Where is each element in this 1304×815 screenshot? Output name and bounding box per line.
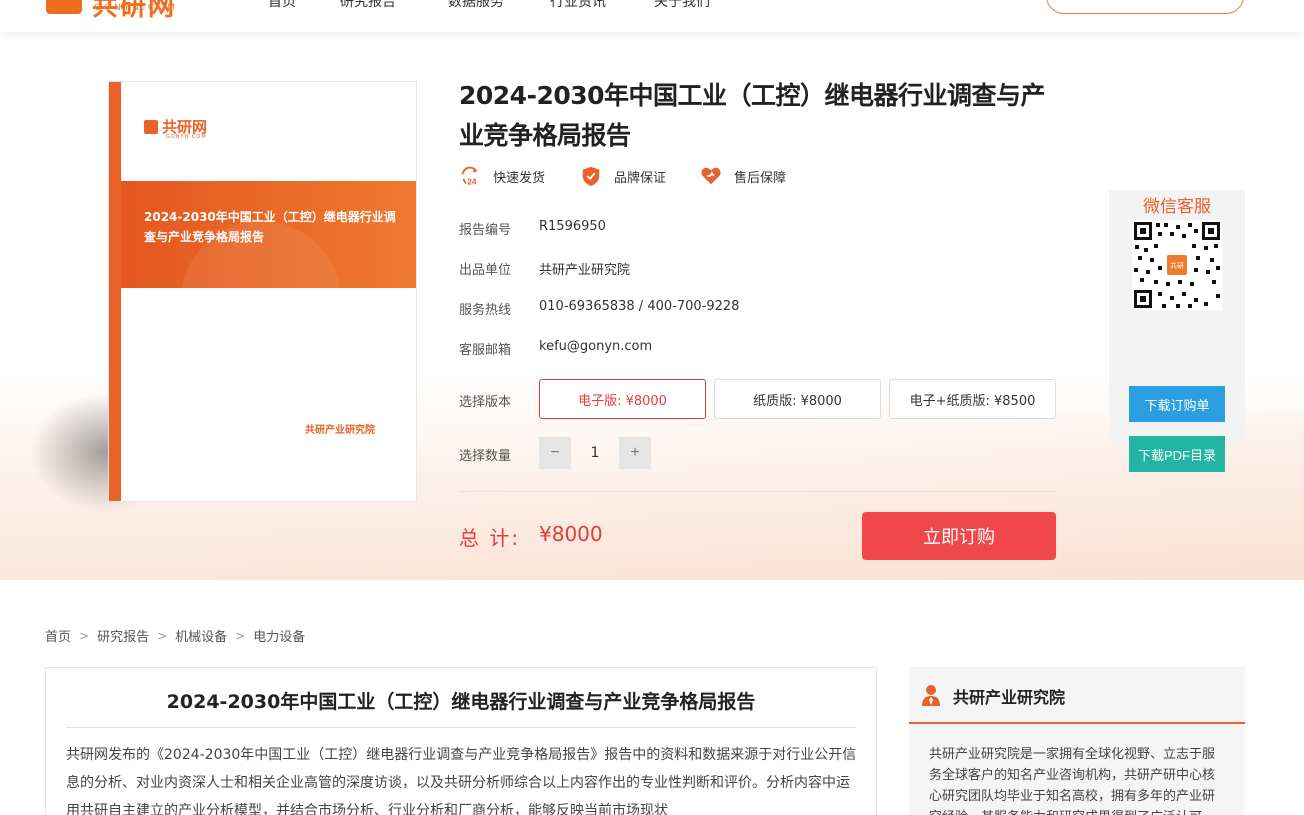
wechat-panel: 微信客服 共研 下载订购单 下载PDF目录 <box>1109 190 1245 472</box>
download-pdf-catalog-button[interactable]: 下载PDF目录 <box>1129 436 1225 472</box>
report-id-value: R1596950 <box>539 219 606 234</box>
heart-icon <box>701 167 721 185</box>
shield-icon <box>582 166 600 187</box>
guarantee-brand: 品牌保证 <box>580 164 666 188</box>
nav-item-data[interactable]: 数据服务 <box>448 0 504 11</box>
version-option-electronic[interactable]: 电子版: ¥8000 <box>539 379 706 419</box>
version-option-paper[interactable]: 纸质版: ¥8000 <box>714 379 881 419</box>
sidebar-header: 共研产业研究院 <box>909 667 1245 724</box>
product-hero: 共研网 GONYN.COM 2024-2030年中国工业（工控）继电器行业调查与… <box>0 32 1304 580</box>
version-label: 选择版本 <box>459 395 512 410</box>
nav-item-news[interactable]: 行业资讯 <box>550 0 606 11</box>
fast-delivery-icon: 24 <box>461 166 478 186</box>
divider <box>66 727 856 728</box>
wechat-title: 微信客服 <box>1143 197 1211 217</box>
search-input[interactable] <box>1046 0 1244 14</box>
version-option-both[interactable]: 电子+纸质版: ¥8500 <box>889 379 1056 419</box>
cover-logo-icon <box>144 120 158 134</box>
description-paragraph: 共研网发布的《2024-2030年中国工业（工控）继电器行业调查与产业竞争格局报… <box>66 747 857 815</box>
sidebar-paragraph: 共研产业研究院是一家拥有全球化视野、立志于服务全球客户的知名产业咨询机构，共研产… <box>929 747 1216 815</box>
hotline-value: 010-69365838 / 400-700-9228 <box>539 299 740 314</box>
quantity-label: 选择数量 <box>459 449 512 464</box>
divider <box>459 491 1056 492</box>
breadcrumb-item-reports[interactable]: 研究报告 <box>97 626 149 645</box>
nav-item-reports[interactable]: 研究报告 <box>340 0 396 11</box>
cover-publisher: 共研产业研究院 <box>305 425 375 436</box>
svg-text:24: 24 <box>467 177 477 186</box>
breadcrumb: 首页 > 研究报告 > 机械设备 > 电力设备 <box>45 626 305 646</box>
institute-sidebar: 共研产业研究院 共研产业研究院是一家拥有全球化视野、立志于服务全球客户的知名产业… <box>909 667 1245 815</box>
cover-title: 2024-2030年中国工业（工控）继电器行业调查与产业竞争格局报告 <box>144 210 396 244</box>
email-label: 客服邮箱 <box>459 343 512 358</box>
site-header: 共研网 GONYN.COM 首页 研究报告 数据服务 行业资讯 关于我们 <box>0 0 1304 32</box>
description-title: 2024-2030年中国工业（工控）继电器行业调查与产业竞争格局报告 <box>166 691 756 713</box>
guarantee-fast-delivery: 24 快速发货 <box>459 164 545 188</box>
cover-title-band: 2024-2030年中国工业（工控）继电器行业调查与产业竞争格局报告 <box>121 181 416 288</box>
wechat-qr-code: 共研 <box>1132 220 1222 310</box>
chevron-right-icon: > <box>157 628 168 643</box>
qr-center-text: 共研 <box>1170 261 1184 270</box>
breadcrumb-item-home[interactable]: 首页 <box>45 626 71 645</box>
breadcrumb-item-power[interactable]: 电力设备 <box>253 626 305 645</box>
cover-spine <box>109 82 121 501</box>
logo-subtext: GONYN.COM <box>94 3 179 13</box>
cover-logo-sub: GONYN.COM <box>166 134 207 140</box>
hotline-label: 服务热线 <box>459 303 512 318</box>
total-price: ¥8000 <box>539 522 603 546</box>
order-now-button[interactable]: 立即订购 <box>862 512 1056 560</box>
quantity-value[interactable]: 1 <box>579 437 611 469</box>
logo-icon[interactable] <box>46 0 82 14</box>
user-icon <box>922 685 940 706</box>
nav-item-home[interactable]: 首页 <box>268 0 296 11</box>
breadcrumb-item-machinery[interactable]: 机械设备 <box>175 626 227 645</box>
report-description: 2024-2030年中国工业（工控）继电器行业调查与产业竞争格局报告 共研网发布… <box>45 667 877 815</box>
email-value[interactable]: kefu@gonyn.com <box>539 339 652 354</box>
report-title: 2024-2030年中国工业（工控）继电器行业调查与产业竞争格局报告 <box>459 81 1046 150</box>
publisher-label: 出品单位 <box>459 263 512 278</box>
guarantee-label: 品牌保证 <box>614 170 667 186</box>
guarantee-label: 快速发货 <box>493 170 546 186</box>
guarantee-after-sales: 售后保障 <box>700 164 786 188</box>
report-cover: 共研网 GONYN.COM 2024-2030年中国工业（工控）继电器行业调查与… <box>108 81 417 502</box>
quantity-increase-button[interactable]: + <box>619 437 651 469</box>
download-order-form-button[interactable]: 下载订购单 <box>1129 386 1225 422</box>
nav-item-about[interactable]: 关于我们 <box>654 0 710 11</box>
publisher-value: 共研产业研究院 <box>539 263 631 278</box>
guarantee-label: 售后保障 <box>734 170 787 186</box>
report-id-label: 报告编号 <box>459 223 512 238</box>
chevron-right-icon: > <box>79 628 90 643</box>
quantity-decrease-button[interactable]: − <box>539 437 571 469</box>
total-label: 总 计: <box>459 526 521 550</box>
chevron-right-icon: > <box>235 628 246 643</box>
sidebar-title: 共研产业研究院 <box>953 688 1066 707</box>
